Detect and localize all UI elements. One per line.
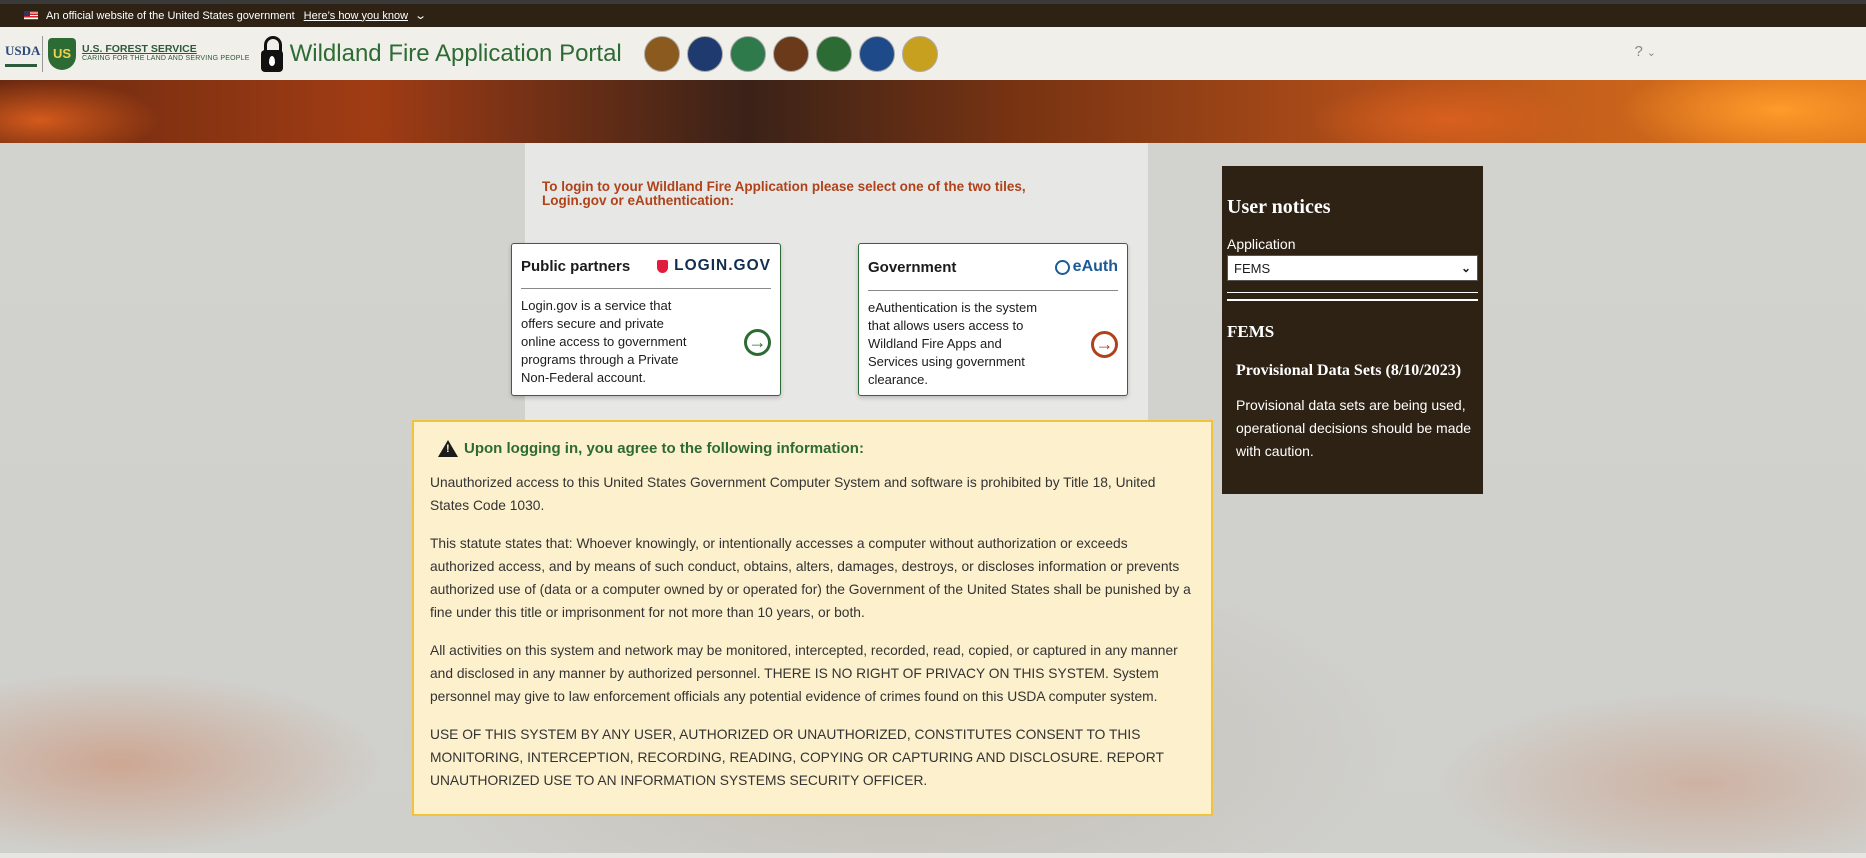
notice-app-name: FEMS <box>1227 322 1275 341</box>
heres-how-you-know-link[interactable]: Here’s how you know <box>304 10 408 22</box>
agreement-paragraph: Unauthorized access to this United State… <box>430 475 1156 513</box>
agency-logos <box>643 35 938 72</box>
login-gov-logo-text: LOGIN.GOV <box>674 257 771 274</box>
eauth-logo: eAuth <box>1054 258 1118 276</box>
agreement-header: Upon logging in, you agree to the follow… <box>438 440 1195 457</box>
arrow-right-icon[interactable]: → <box>1091 330 1118 358</box>
portal-title[interactable]: Wildland Fire Application Portal <box>290 40 622 68</box>
header-divider <box>42 35 43 72</box>
bia-seal-icon <box>643 35 680 72</box>
tile-title: Government <box>868 258 957 276</box>
arrow-right-icon[interactable]: → <box>744 328 771 356</box>
lock-flame-icon <box>260 35 284 72</box>
application-select[interactable]: FEMS ⌄ <box>1227 255 1478 281</box>
agreement-paragraph: This statute states that: Whoever knowin… <box>430 536 1191 620</box>
forest-service-brand[interactable]: U.S. FOREST SERVICE CARING FOR THE LAND … <box>82 43 250 63</box>
tile-body: eAuthentication is the system that allow… <box>868 299 1118 389</box>
tile-description: Login.gov is a service that offers secur… <box>521 298 687 385</box>
dod-seal-icon <box>858 35 895 72</box>
forest-service-name[interactable]: U.S. FOREST SERVICE <box>82 43 250 56</box>
chevron-down-icon: ⌄ <box>1460 261 1471 275</box>
login-gov-shield-icon <box>657 259 669 273</box>
eagle-seal-icon <box>686 35 723 72</box>
eauth-seal-icon <box>1054 259 1070 275</box>
login-gov-logo: LOGIN.GOV <box>657 257 771 275</box>
divider <box>1227 292 1478 293</box>
usda-logo[interactable]: USDA <box>5 40 40 67</box>
user-notices-panel: User notices Application FEMS ⌄ FEMS Pro… <box>1222 166 1483 494</box>
notice-text: Provisional data sets are being used, op… <box>1236 397 1472 459</box>
chevron-down-icon: ⌄ <box>1646 47 1656 59</box>
login-instruction: To login to your Wildland Fire Applicati… <box>542 179 1026 208</box>
state-forester-seal-icon <box>815 35 852 72</box>
gov-banner: An official website of the United States… <box>0 0 1866 27</box>
fire-banner-image <box>0 80 1866 143</box>
forest-service-tagline: CARING FOR THE LAND AND SERVING PEOPLE <box>82 55 250 63</box>
nps-arrowhead-icon <box>772 35 809 72</box>
application-select-value: FEMS <box>1234 260 1271 276</box>
agreement-paragraph: All activities on this system and networ… <box>430 643 1178 704</box>
us-flag-icon <box>24 11 38 20</box>
help-menu-button[interactable]: ? ⌄ <box>1634 43 1656 60</box>
agreement-paragraph: USE OF THIS SYSTEM BY ANY USER, AUTHORIZ… <box>430 727 1164 788</box>
warning-icon <box>438 440 458 457</box>
divider <box>1227 299 1478 301</box>
tile-title: Public partners <box>521 257 631 275</box>
notice-title: Provisional Data Sets (8/10/2023) <box>1236 362 1462 379</box>
forest-service-shield-icon[interactable]: US <box>48 37 76 70</box>
gov-banner-text: An official website of the United States… <box>46 9 295 22</box>
agreement-title: Upon logging in, you agree to the follow… <box>464 440 864 457</box>
chevron-down-icon[interactable]: ⌄ <box>414 9 427 22</box>
page-bottom-bar <box>0 853 1866 858</box>
help-icon: ? <box>1634 43 1643 60</box>
blm-seal-icon <box>729 35 766 72</box>
tile-header: Government eAuth <box>868 244 1118 291</box>
tile-description: eAuthentication is the system that allow… <box>868 300 1038 387</box>
tile-body: Login.gov is a service that offers secur… <box>521 297 771 387</box>
application-label: Application <box>1227 236 1296 252</box>
user-notices-title: User notices <box>1227 196 1331 218</box>
tile-header: Public partners LOGIN.GOV <box>521 244 771 289</box>
login-gov-tile[interactable]: Public partners LOGIN.GOV Login.gov is a… <box>511 243 781 396</box>
fws-seal-icon <box>901 35 938 72</box>
login-agreement-notice: Upon logging in, you agree to the follow… <box>412 420 1213 816</box>
eauth-logo-text: eAuth <box>1072 258 1118 275</box>
site-header: USDA US U.S. FOREST SERVICE CARING FOR T… <box>0 27 1866 80</box>
eauth-tile[interactable]: Government eAuth eAuthentication is the … <box>858 243 1128 396</box>
